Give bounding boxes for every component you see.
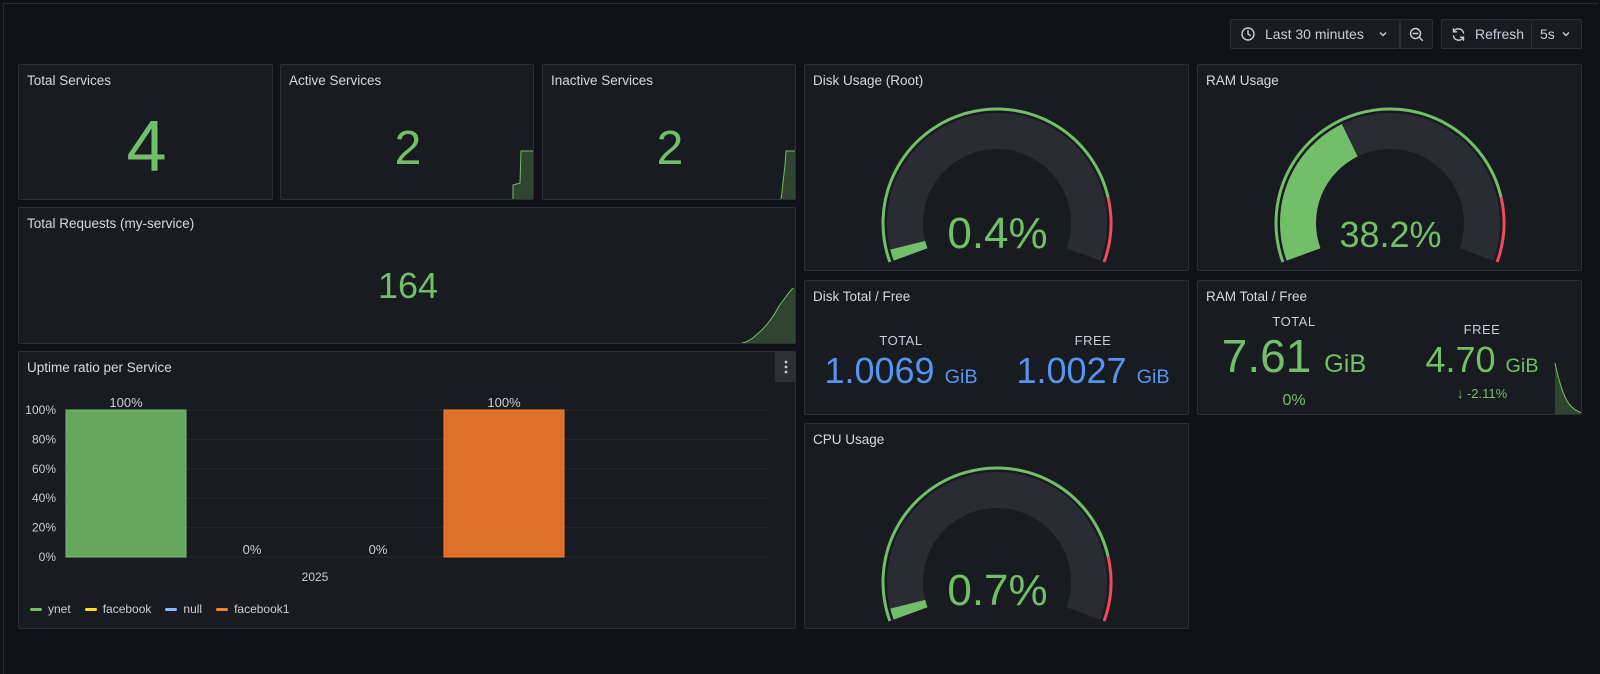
sparkline [780, 150, 795, 199]
uptime-bar-chart: 0% 20% 40% 60% 80% 100% 100% 0% 0% 100% 2025 [25, 395, 768, 584]
total-services-value: 4 [126, 107, 167, 187]
cpu-usage-panel[interactable]: CPU Usage 0.7% [804, 423, 1189, 629]
total-services-panel[interactable]: Total Services 4 [18, 64, 273, 200]
legend-swatch [216, 607, 229, 611]
time-range-picker[interactable]: Last 30 minutes [1230, 19, 1400, 49]
legend-label: facebook1 [234, 602, 290, 616]
legend-item-facebook1[interactable]: facebook1 [216, 602, 289, 616]
chevron-down-icon [1562, 32, 1570, 37]
disk-free-unit: GiB [1136, 366, 1170, 388]
bar-facebook1 [443, 409, 565, 558]
active-services-panel[interactable]: Active Services 2 [280, 64, 534, 200]
disk-total-free-panel[interactable]: Disk Total / Free TOTAL 1.0069 GiB FREE … [804, 280, 1189, 415]
refresh-label: Refresh [1475, 26, 1525, 42]
disk-total-number: 1.0069 [824, 350, 935, 391]
clock-icon [1241, 27, 1255, 41]
inactive-services-panel[interactable]: Inactive Services 2 [542, 64, 796, 200]
chevron-down-icon [1379, 32, 1387, 37]
ram-usage-value: 38.2% [1339, 214, 1442, 255]
data-label-facebook1: 100% [487, 395, 521, 410]
refresh-icon [1452, 27, 1465, 41]
refresh-interval-picker[interactable]: 5s [1531, 19, 1582, 49]
disk-total-label: TOTAL [879, 333, 923, 348]
cpu-usage-value: 0.7% [947, 566, 1048, 615]
x-tick-label: 2025 [302, 570, 329, 584]
legend-swatch [165, 607, 178, 611]
y-tick-label: 100% [25, 403, 56, 417]
bar-ynet [65, 409, 187, 558]
sparkline [740, 287, 795, 343]
disk-usage-panel[interactable]: Disk Usage (Root) 0.4% [804, 64, 1189, 271]
chart-legend: ynet facebook null facebook1 [30, 602, 289, 616]
zoom-out-button[interactable] [1400, 19, 1433, 49]
disk-free-number: 1.0027 [1016, 350, 1127, 391]
panel-menu-button[interactable] [775, 352, 795, 382]
data-label-null: 0% [369, 542, 388, 557]
ram-usage-panel[interactable]: RAM Usage 38.2% [1197, 64, 1582, 271]
legend-item-facebook[interactable]: facebook [84, 602, 152, 616]
y-tick-label: 60% [32, 462, 56, 476]
zoom-out-icon [1409, 27, 1424, 41]
panel-title: Uptime ratio per Service [27, 360, 172, 375]
disk-free-label: FREE [1074, 333, 1112, 348]
legend-swatch [84, 607, 97, 611]
legend-label: null [183, 602, 203, 616]
legend-item-ynet[interactable]: ynet [30, 602, 71, 616]
disk-free-value: 1.0027 GiB [997, 349, 1188, 399]
disk-total-value: 1.0069 GiB [805, 349, 997, 399]
panel-title: Disk Total / Free [813, 289, 911, 304]
time-range-label: Last 30 minutes [1265, 26, 1364, 42]
sparkline [512, 150, 533, 199]
legend-label: ynet [48, 602, 71, 616]
disk-total-unit: GiB [944, 366, 978, 388]
legend-label: facebook [102, 602, 152, 616]
panel-title: Total Services [27, 73, 112, 88]
data-label-facebook: 0% [243, 542, 262, 557]
data-label-ynet: 100% [109, 395, 143, 410]
legend-item-null[interactable]: null [165, 602, 202, 616]
refresh-interval-label: 5s [1540, 26, 1555, 42]
y-tick-label: 0% [39, 550, 57, 564]
y-tick-label: 40% [32, 491, 56, 505]
legend-swatch [30, 607, 42, 611]
disk-usage-value: 0.4% [947, 209, 1048, 258]
total-requests-panel[interactable]: Total Requests (my-service) 164 [18, 207, 796, 344]
ram-total-free-panel[interactable]: RAM Total / Free TOTAL 7.61 GiB 0% FREE … [1197, 280, 1582, 415]
sparkline [1554, 362, 1581, 414]
y-tick-label: 20% [32, 521, 56, 535]
y-tick-label: 80% [32, 432, 56, 446]
refresh-button[interactable]: Refresh [1441, 19, 1532, 49]
more-vertical-icon [784, 360, 788, 374]
